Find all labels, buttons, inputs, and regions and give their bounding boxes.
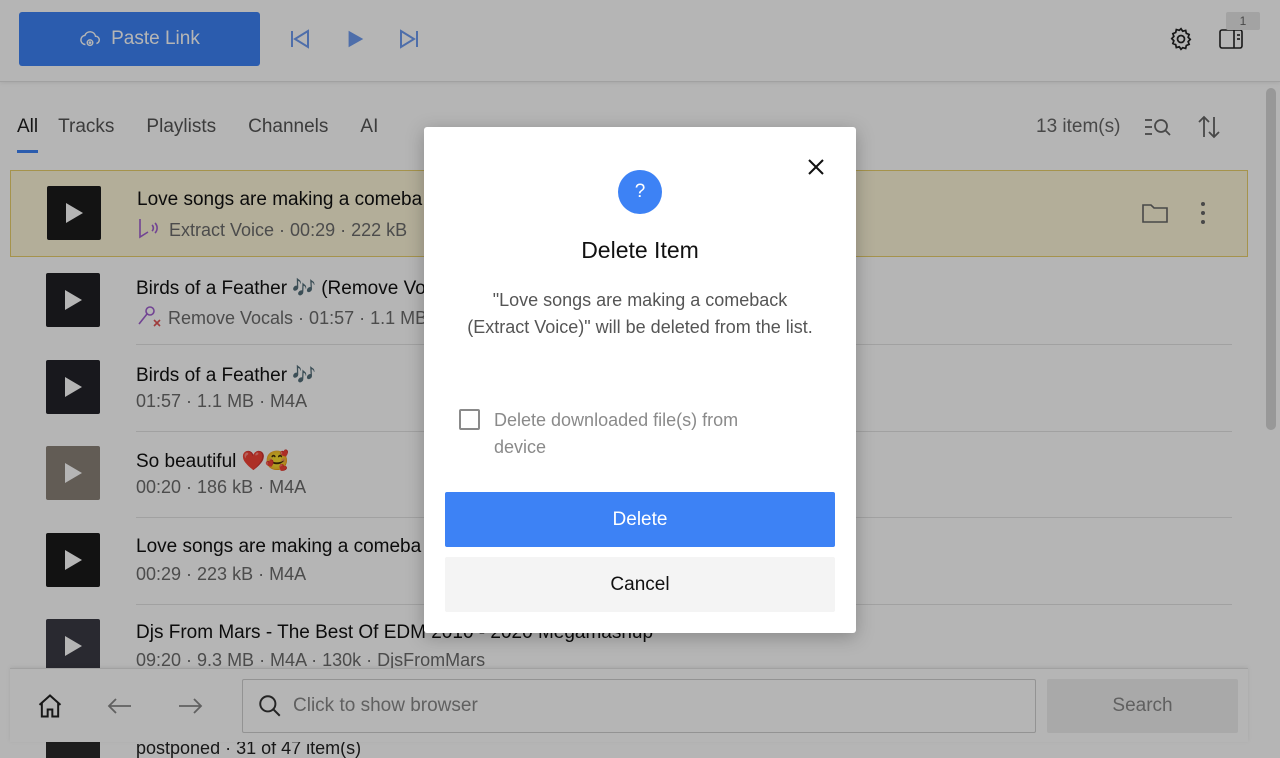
cancel-button[interactable]: Cancel bbox=[445, 557, 835, 612]
dialog-message: "Love songs are making a comeback (Extra… bbox=[467, 290, 813, 337]
delete-files-checkbox[interactable] bbox=[459, 409, 480, 430]
delete-files-option[interactable]: Delete downloaded file(s) from device bbox=[459, 407, 819, 461]
dialog-title: Delete Item bbox=[581, 237, 699, 263]
question-icon: ? bbox=[618, 170, 662, 214]
delete-item-dialog: ? Delete Item "Love songs are making a c… bbox=[424, 127, 856, 633]
close-icon[interactable] bbox=[804, 155, 828, 179]
delete-button[interactable]: Delete bbox=[445, 492, 835, 547]
delete-files-label[interactable]: Delete downloaded file(s) from device bbox=[494, 407, 794, 461]
